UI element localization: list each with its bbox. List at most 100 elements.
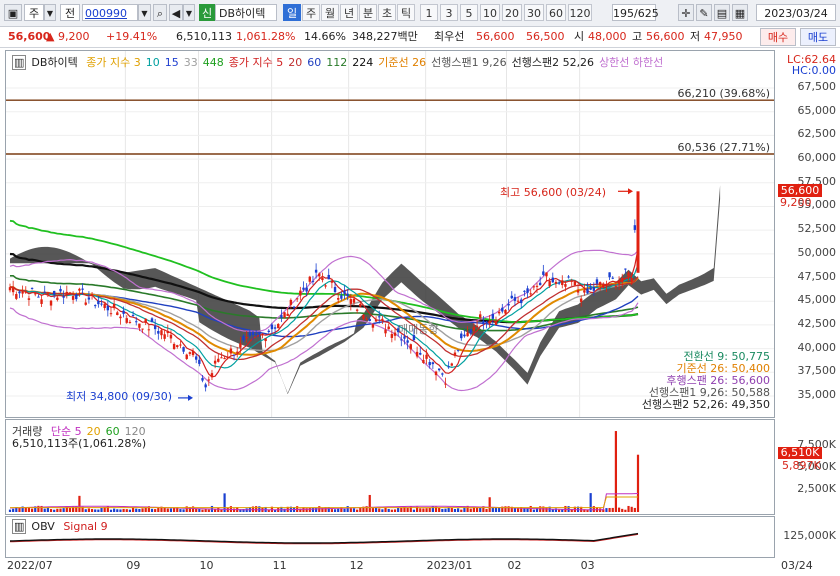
candle-body [295,298,299,300]
speaker-icon[interactable]: ◀ [169,4,183,21]
buy-button[interactable]: 매수 [760,28,796,46]
volume-bar [368,494,371,512]
type-select[interactable]: 주 [24,4,44,21]
volume-bar [352,508,356,512]
candle-body [229,348,233,354]
volume-bar [311,507,315,512]
volume-bar [551,509,554,512]
candle-body [567,276,570,278]
candle-body [131,314,135,316]
candle-body [510,295,513,299]
legend-item-12: 선행스팬2 52,26 [511,56,595,69]
candle-body [573,281,577,286]
price-chart-pane[interactable]: 66,210 (39.68%) 60,536 (27.71%) ▥ DB하이텍 종가… [5,50,775,418]
candle-body [406,340,409,343]
candle-body [472,326,476,331]
period-button-6[interactable]: 틱 [397,4,415,21]
candle-body [520,299,523,304]
price-tick-9: 45,000 [797,293,837,307]
interval-button-3[interactable]: 3 [440,4,458,21]
save-icon[interactable]: ▤ [714,4,730,21]
candle-body [598,282,602,285]
best-quote-label: 최우선 [434,30,465,43]
candle-body [94,305,97,307]
speaker-dropdown-icon[interactable]: ▼ [183,4,195,21]
price-change-pct: +19.41% [106,30,158,43]
type2-select[interactable]: 전 [60,4,80,21]
legend-item-7: 60 [307,56,322,69]
date-input[interactable]: 2023/03/24 [756,4,836,21]
code-dropdown-icon[interactable]: ▼ [138,4,151,21]
volume-bar [343,508,346,512]
interval-button-10[interactable]: 10 [480,4,500,21]
candle-body [456,349,460,351]
obv-pane[interactable]: ▥ OBV Signal 9 [5,516,775,558]
volume-bar [179,509,182,512]
calendar-icon[interactable]: ▦ [732,4,748,21]
settings-icon[interactable]: ▥ [12,55,27,70]
interval-button-30[interactable]: 30 [524,4,544,21]
candle-body [611,277,614,279]
volume-bar [138,508,141,512]
count-input[interactable]: 195/625 [612,4,659,21]
stock-code-input[interactable]: 000990 [82,4,138,21]
volume-bar [30,508,34,512]
candle-body [78,288,81,291]
candle-body [311,280,315,282]
legend-item-5: 종가 지수 5 [228,56,284,69]
search-icon[interactable]: ⌕ [153,4,167,21]
interval-button-5[interactable]: 5 [460,4,478,21]
price-axis: 67,500 65,000 62,500 60,000 57,500 55,000 52,5… [776,50,840,418]
volume-bar [349,508,352,512]
candle-body [37,296,40,298]
candle-body [378,316,381,318]
volume-pane[interactable]: 거래량 단순 5 20 60 120 6,510,113주(1,061.28%) [5,419,775,515]
interval-button-120[interactable]: 120 [568,4,592,21]
volume-bar [523,508,526,512]
period-button-1[interactable]: 주 [302,4,320,21]
candle-body [589,287,592,290]
period-button-4[interactable]: 분 [359,4,377,21]
candle-body [59,288,62,292]
volume-bar [321,507,324,512]
candle-body [56,297,59,300]
candle-body [160,330,163,336]
period-button-0[interactable]: 일 [283,4,301,21]
period-button-5[interactable]: 초 [378,4,396,21]
candle-body [144,318,147,323]
volume-bar [453,509,457,512]
candle-body [217,358,220,362]
candle-body [415,351,419,357]
candle-body [122,310,125,314]
volume-bar [128,509,132,512]
candle-body [368,319,371,321]
volume-bar [457,508,460,512]
candle-body [387,326,390,330]
candle-body [532,286,536,288]
drawing-tools-icon[interactable]: ✎ [696,4,712,21]
candle-body [116,312,119,316]
type-dropdown-icon[interactable]: ▼ [44,4,56,21]
volume-bar [422,508,425,512]
candle-body [359,303,362,307]
window-icon[interactable]: ▣ [4,4,22,21]
candle-body [46,293,50,295]
volume-bar [217,507,220,512]
interval-button-20[interactable]: 20 [502,4,522,21]
volume-bar [198,508,201,512]
candle-body [393,332,397,336]
interval-button-60[interactable]: 60 [546,4,566,21]
best-ask: 56,600 [476,30,515,43]
sell-button[interactable]: 매도 [800,28,836,46]
candle-body [213,360,217,364]
obv-settings-icon[interactable]: ▥ [12,519,27,534]
period-button-2[interactable]: 월 [321,4,339,21]
crosshair-icon[interactable]: ✛ [678,4,694,21]
candle-body [482,320,485,325]
interval-button-1[interactable]: 1 [420,4,438,21]
volume-bar [173,507,176,512]
candle-body [523,290,526,292]
volume-bar [150,508,154,512]
period-button-3[interactable]: 년 [340,4,358,21]
current-price: 56,600 [8,30,51,43]
